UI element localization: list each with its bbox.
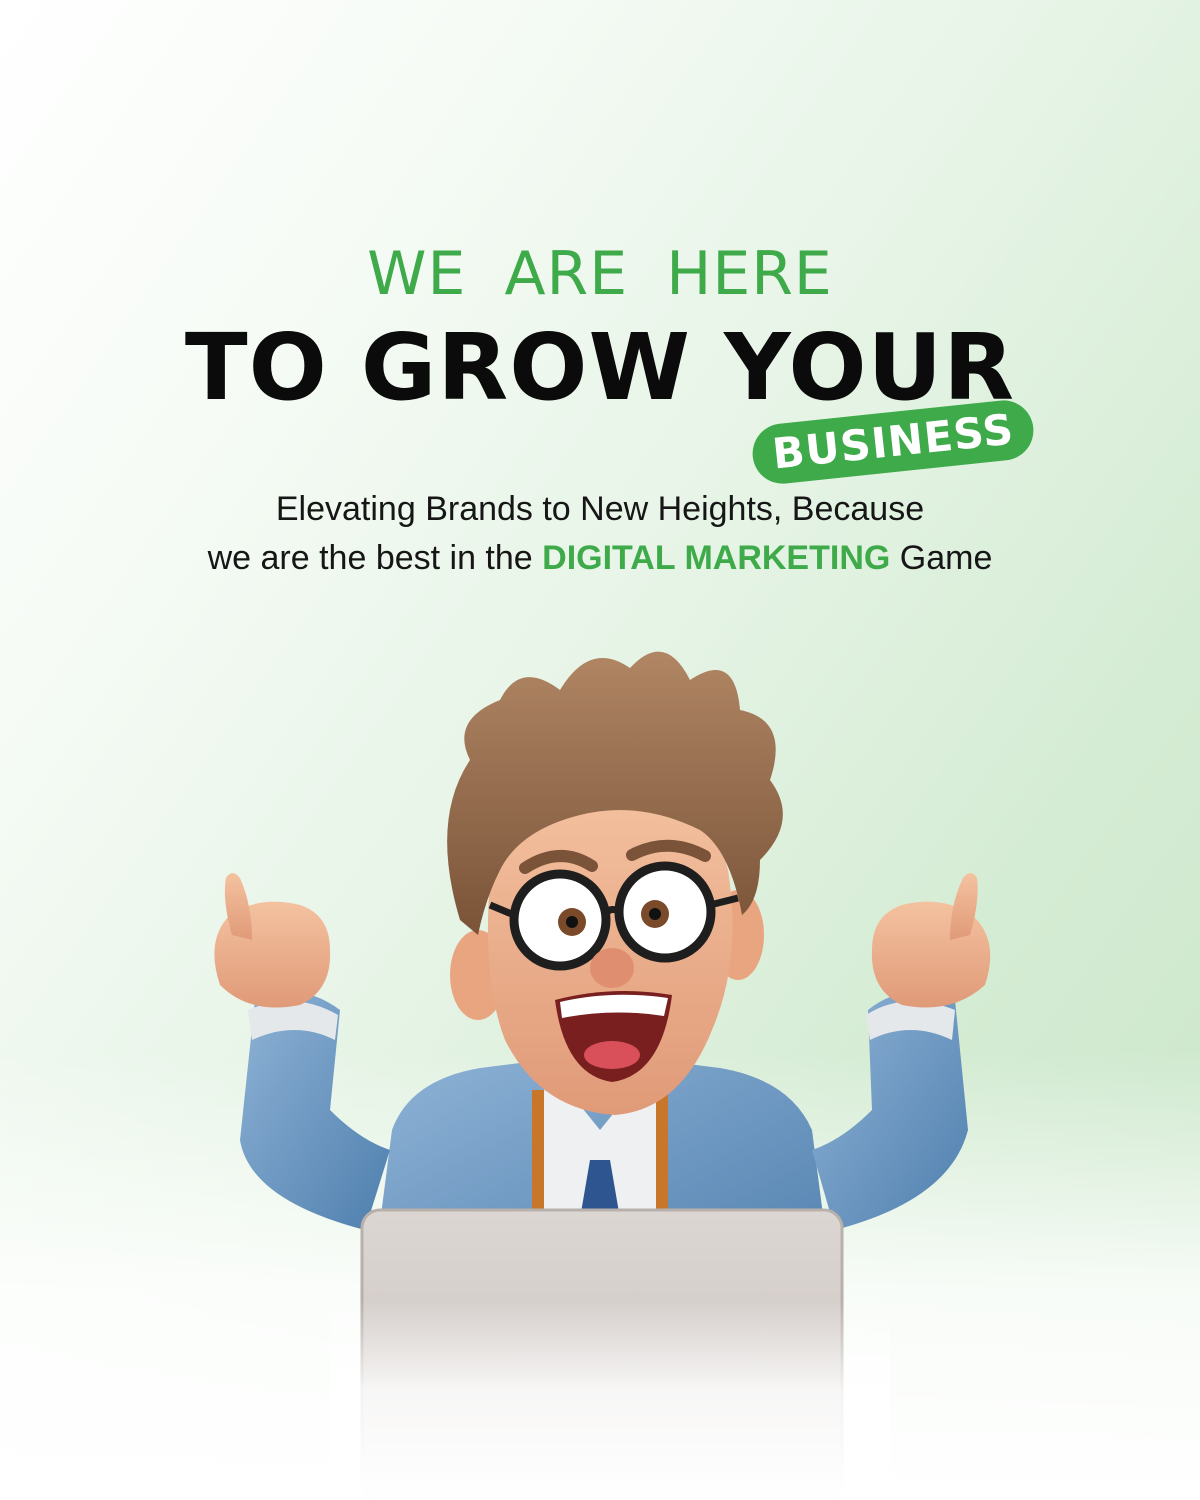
right-hand <box>871 873 991 1008</box>
poster: WE ARE HERE TO GROW YOUR BUSINESS Elevat… <box>0 0 1200 1500</box>
left-hand <box>214 873 331 1008</box>
nose <box>590 948 634 988</box>
bottom-fade <box>330 1300 890 1500</box>
excited-man-with-laptop-illustration <box>214 651 991 1500</box>
